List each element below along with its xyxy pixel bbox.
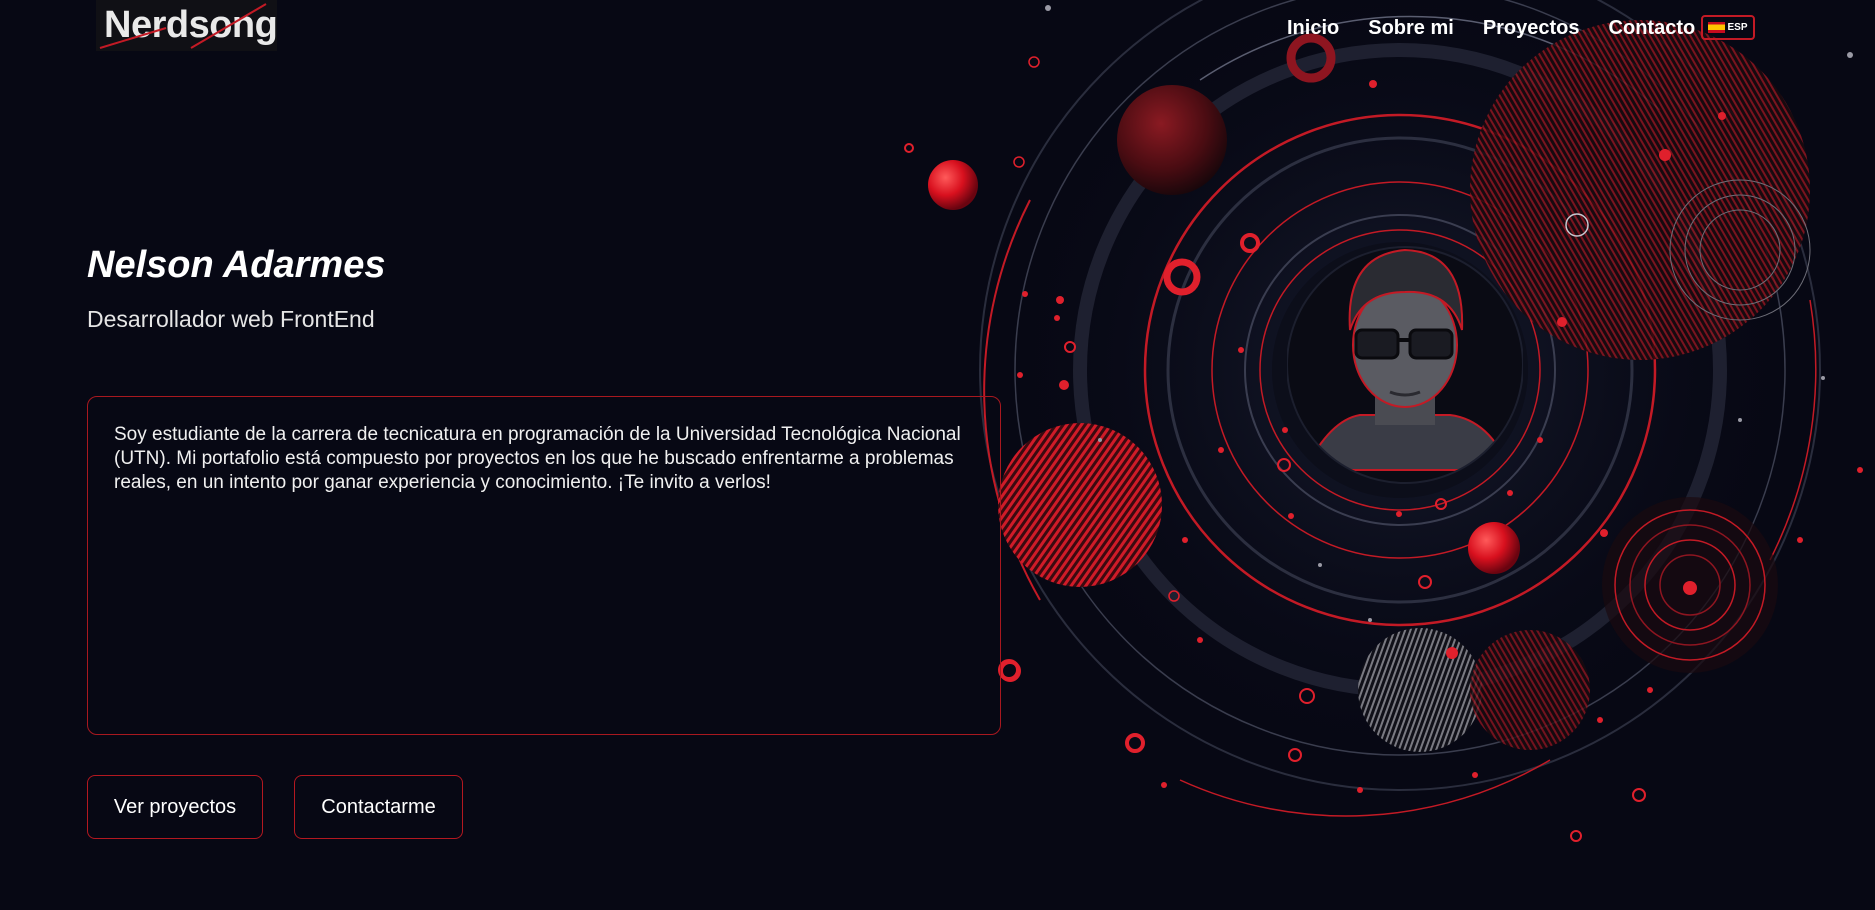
hero-role: Desarrollador web FrontEnd <box>87 306 375 332</box>
avatar <box>1287 246 1523 484</box>
main-nav: Inicio Sobre mi Proyectos Contacto <box>1287 16 1724 40</box>
nav-inicio[interactable]: Inicio <box>1287 16 1339 40</box>
page: Nerdsong Inicio Sobre mi Proyectos Conta… <box>0 0 1875 910</box>
hero-name: Nelson Adarmes <box>87 244 386 286</box>
nav-proyectos[interactable]: Proyectos <box>1483 16 1580 40</box>
bio-box: Soy estudiante de la carrera de tecnicat… <box>87 396 1001 735</box>
nav-contacto[interactable]: Contacto <box>1609 16 1696 40</box>
site-logo[interactable]: Nerdsong <box>96 0 277 51</box>
spain-flag-icon <box>1708 22 1726 33</box>
view-projects-button[interactable]: Ver proyectos <box>87 775 263 839</box>
contact-button[interactable]: Contactarme <box>294 775 463 839</box>
bio-text: Soy estudiante de la carrera de tecnicat… <box>114 424 961 493</box>
logo-slash-decoration <box>99 3 267 49</box>
nav-sobre-mi[interactable]: Sobre mi <box>1368 16 1454 40</box>
language-toggle-button[interactable]: ESP <box>1701 15 1755 40</box>
language-label: ESP <box>1727 22 1748 33</box>
